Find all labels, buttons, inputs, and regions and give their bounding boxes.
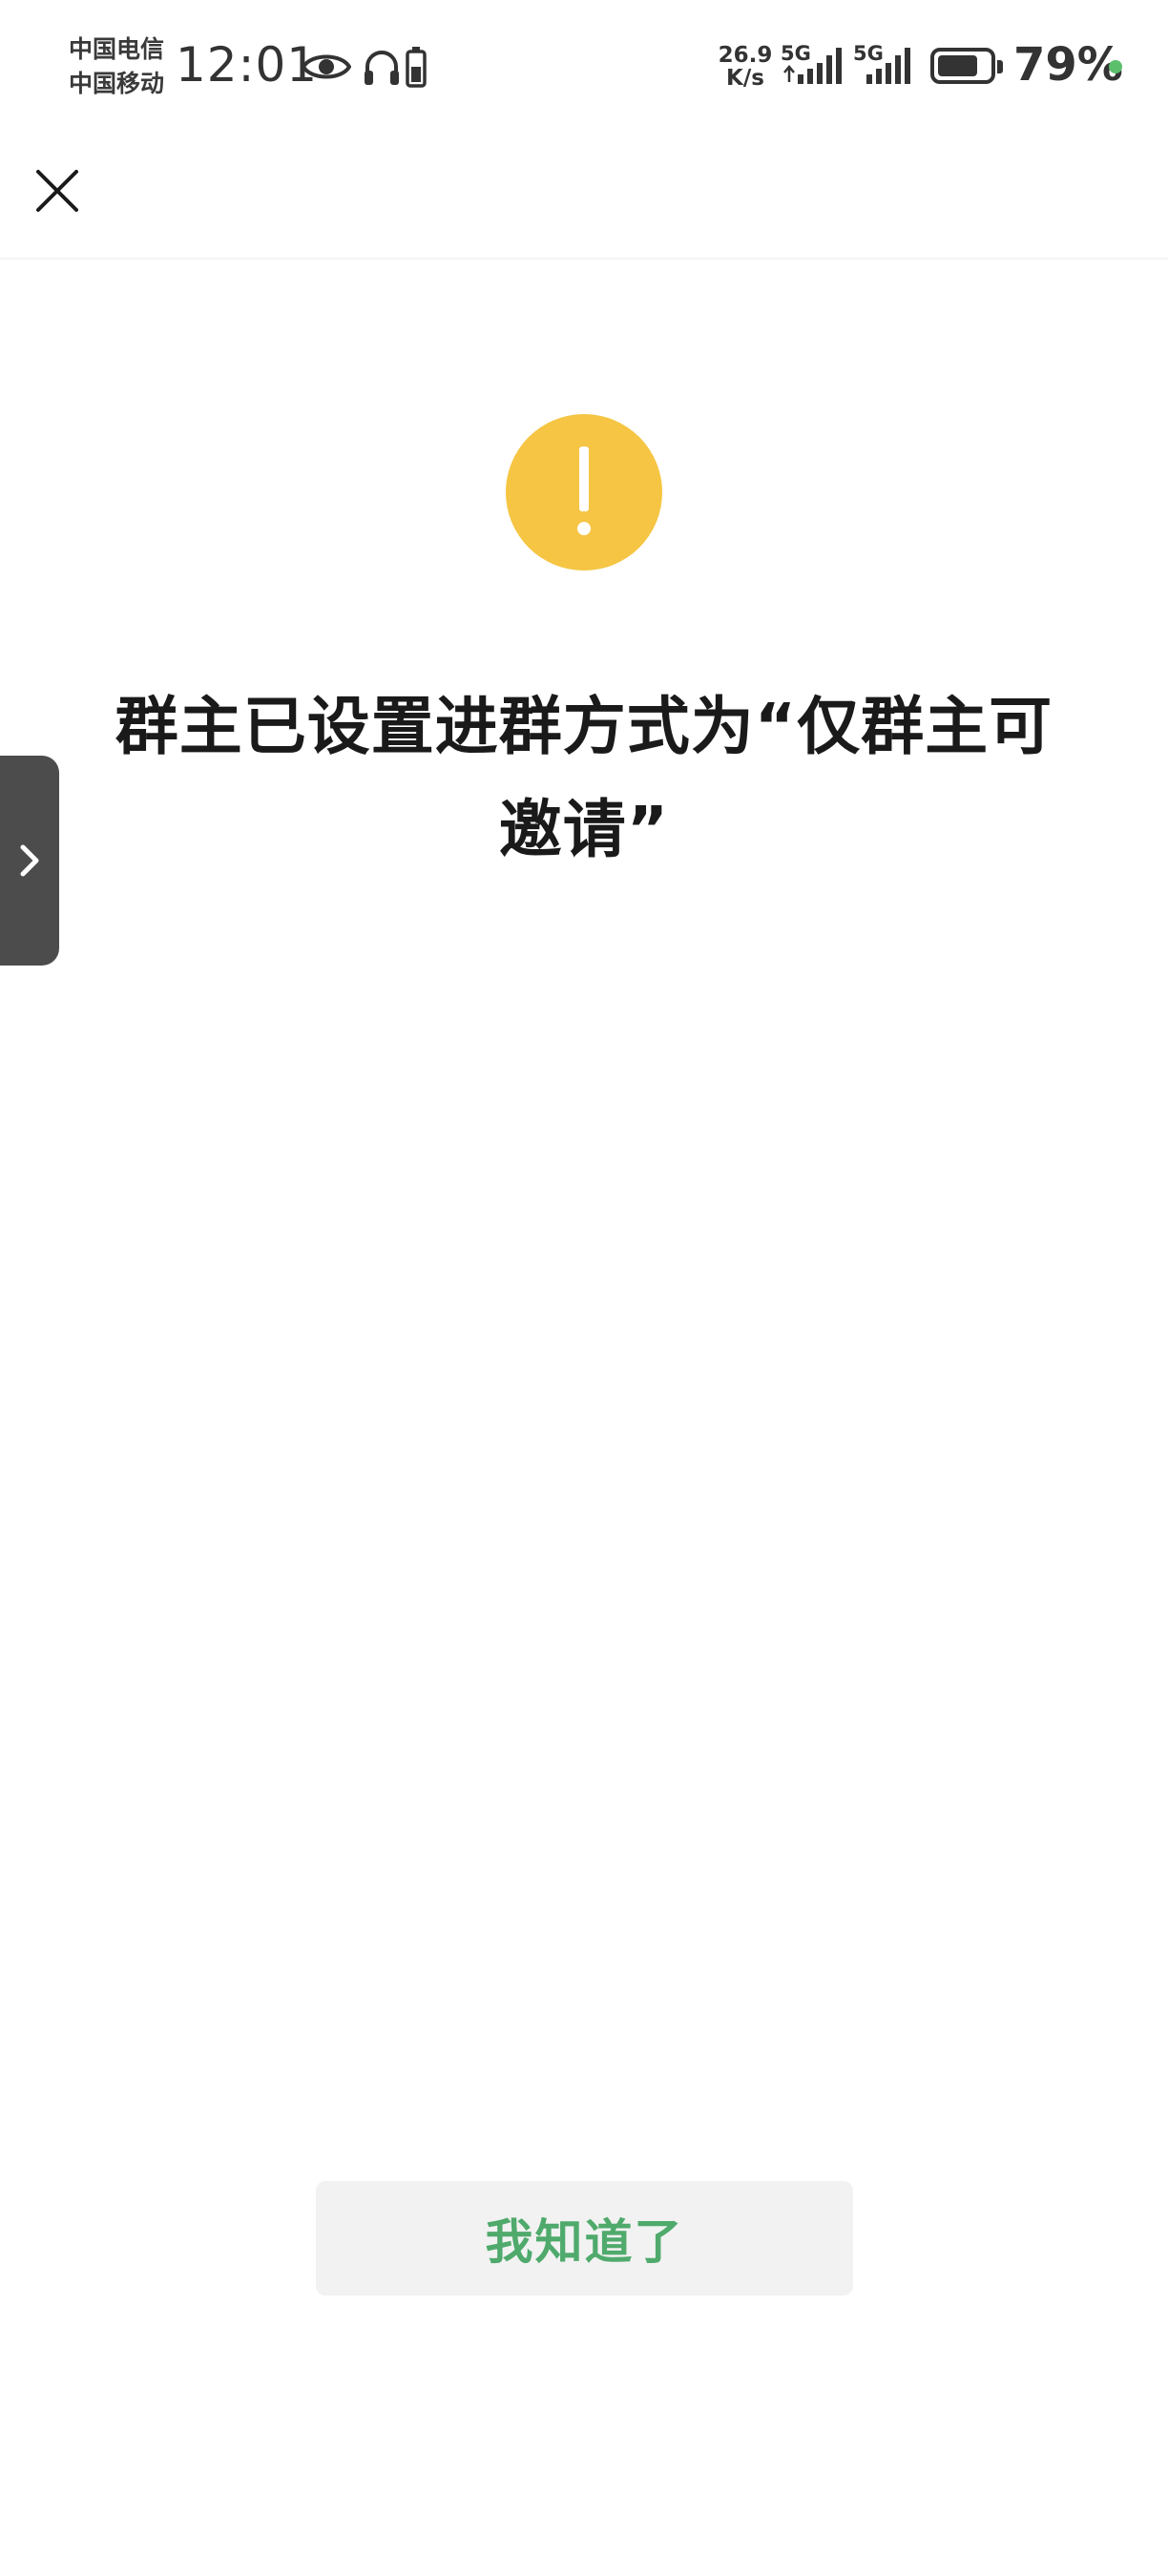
exclamation-icon bbox=[506, 414, 662, 571]
headphone-battery-icon bbox=[406, 47, 427, 88]
eye-icon bbox=[302, 54, 351, 79]
network-speed-unit: K/s bbox=[726, 66, 764, 91]
acknowledge-button[interactable]: 我知道了 bbox=[316, 2181, 853, 2296]
status-indicator-dot bbox=[1109, 60, 1122, 73]
battery-fill bbox=[938, 55, 977, 76]
notice-message: 群主已设置进群方式为“仅群主可邀请” bbox=[115, 690, 1053, 866]
close-icon bbox=[36, 170, 78, 212]
network-speed: 26.9 K/s bbox=[718, 44, 773, 90]
nav-header bbox=[0, 134, 1168, 260]
status-time: 12:01 bbox=[176, 37, 319, 93]
carrier-1: 中国电信 bbox=[69, 35, 165, 63]
battery-icon bbox=[930, 48, 1003, 84]
headphones-icon bbox=[365, 51, 399, 85]
signal-bars-icon bbox=[866, 48, 910, 84]
battery-percent: 79% bbox=[1013, 38, 1123, 92]
close-button[interactable] bbox=[23, 156, 92, 225]
carrier-names: 中国电信 中国移动 bbox=[69, 32, 164, 101]
carrier-2: 中国移动 bbox=[69, 70, 165, 97]
signal-bars-icon bbox=[783, 48, 842, 84]
floating-side-tab[interactable] bbox=[0, 756, 59, 966]
network-speed-value: 26.9 bbox=[718, 43, 773, 68]
status-bar: 中国电信 中国移动 12:01 26.9 K/s 5G 5G 79% bbox=[0, 0, 1168, 134]
chevron-right-icon bbox=[20, 844, 39, 877]
